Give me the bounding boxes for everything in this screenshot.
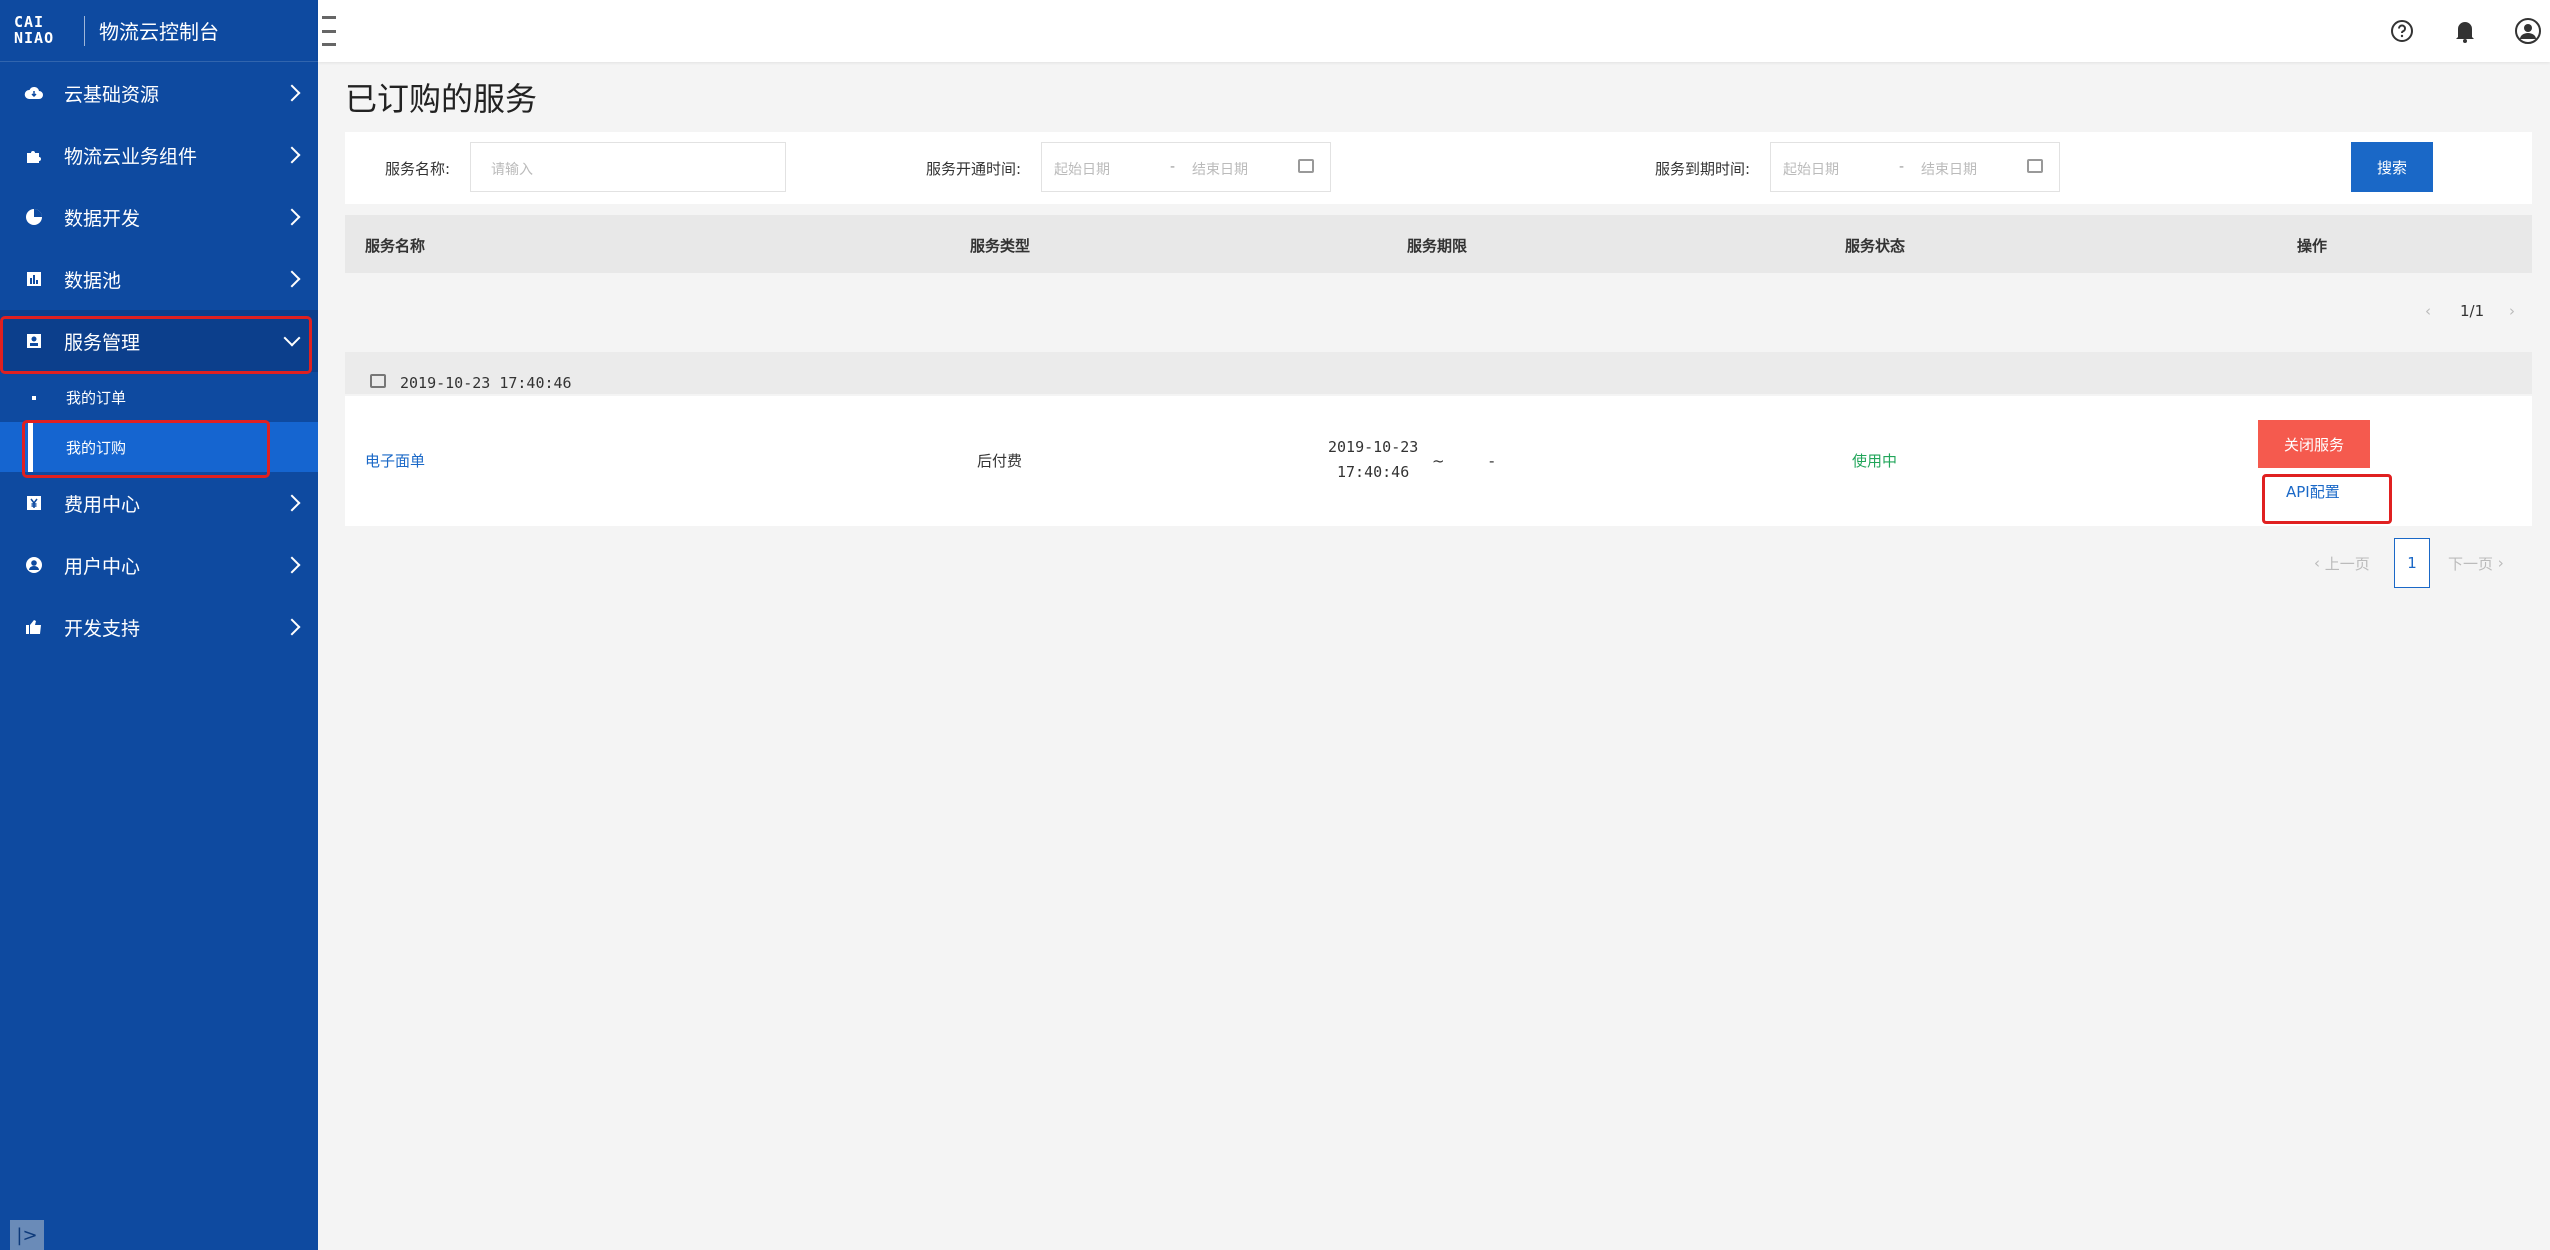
sidebar-item-label: 费用中心: [64, 493, 141, 516]
sidebar-item-dev-support[interactable]: 开发支持: [0, 596, 318, 658]
sidebar-item-user-center[interactable]: 用户中心: [0, 534, 318, 596]
sidebar-subitem-my-orders[interactable]: 我的订单: [0, 372, 318, 422]
column-header-type: 服务类型: [970, 237, 1031, 255]
yen-icon: [24, 493, 44, 513]
sidebar-item-label: 用户中心: [64, 555, 141, 578]
column-header-actions: 操作: [2297, 237, 2328, 255]
service-name-label: 服务名称:: [385, 160, 451, 178]
puzzle-icon: [24, 145, 44, 165]
page-number-button[interactable]: 1: [2394, 538, 2430, 588]
cloud-icon: [24, 83, 44, 103]
input-placeholder: 请输入: [491, 162, 533, 178]
calendar-icon: [370, 374, 386, 388]
mini-next-arrow-icon[interactable]: ›: [2509, 302, 2515, 320]
range-separator: -: [1170, 159, 1176, 175]
expire-time-label: 服务到期时间:: [1655, 160, 1751, 178]
prev-page-button[interactable]: ‹ 上一页: [2314, 538, 2370, 588]
chevron-right-icon: [283, 494, 301, 512]
term-start-time: 17:40:46: [1337, 463, 1410, 481]
sidebar-item-label: 数据开发: [64, 207, 141, 230]
sidebar-item-data-pool[interactable]: 数据池: [0, 248, 318, 310]
bar-chart-icon: [24, 269, 44, 289]
sidebar-subitem-label: 我的订单: [66, 388, 127, 407]
status-badge: 使用中: [1852, 452, 1898, 470]
column-header-status: 服务状态: [1845, 237, 1906, 255]
sidebar-item-label: 物流云业务组件: [64, 145, 198, 168]
close-service-button[interactable]: 关闭服务: [2258, 420, 2370, 468]
open-time-range-picker[interactable]: 起始日期 - 结束日期: [1041, 142, 1331, 192]
end-date-placeholder: 结束日期: [1921, 162, 1977, 178]
sidebar-item-business-components[interactable]: 物流云业务组件: [0, 124, 318, 186]
sidebar-collapse-toggle[interactable]: |>: [10, 1220, 44, 1250]
mini-pager-count: 1/1: [2460, 302, 2485, 320]
term-start-date: 2019-10-23: [1328, 438, 1419, 456]
term-separator: ~: [1432, 452, 1445, 470]
sidebar-item-label: 开发支持: [64, 617, 141, 640]
expire-time-range-picker[interactable]: 起始日期 - 结束日期: [1770, 142, 2060, 192]
open-time-label: 服务开通时间:: [926, 160, 1022, 178]
chevron-left-icon: ‹: [2314, 554, 2320, 572]
expand-icon: |>: [16, 1224, 38, 1246]
column-header-name: 服务名称: [365, 237, 426, 255]
chevron-right-icon: ›: [2497, 554, 2504, 572]
calendar-icon: [2027, 159, 2043, 173]
sidebar: CAI NIAO 物流云控制台 云基础资源 物流云业务组件 数据开发 数据池 服…: [0, 0, 318, 1250]
start-date-placeholder: 起始日期: [1054, 162, 1110, 178]
range-separator: -: [1899, 159, 1905, 175]
sidebar-item-cloud-resources[interactable]: 云基础资源: [0, 62, 318, 124]
service-type: 后付费: [977, 452, 1023, 470]
user-icon: [24, 555, 44, 575]
brand-bar: CAI NIAO 物流云控制台: [0, 0, 318, 62]
thumb-icon: [24, 617, 44, 637]
top-bar: [318, 0, 2550, 62]
next-page-label: 下一页: [2448, 554, 2494, 573]
bullet-icon: [32, 396, 36, 400]
console-title: 物流云控制台: [99, 20, 219, 44]
mini-prev-arrow-icon[interactable]: ‹: [2425, 302, 2431, 320]
order-date: 2019-10-23 17:40:46: [400, 374, 572, 392]
brand-divider: [84, 15, 85, 46]
sidebar-item-billing[interactable]: 费用中心: [0, 472, 318, 534]
pie-chart-icon: [24, 207, 44, 227]
end-date-placeholder: 结束日期: [1192, 162, 1248, 178]
highlight-api-config: [2262, 474, 2392, 524]
help-icon[interactable]: [2386, 15, 2418, 47]
page-title: 已订购的服务: [345, 80, 538, 118]
chevron-right-icon: [283, 556, 301, 574]
order-group-header: 2019-10-23 17:40:46: [345, 352, 2532, 394]
highlight-my-subscriptions: [22, 420, 270, 478]
chevron-right-icon: [283, 618, 301, 636]
table-row: 电子面单 后付费 2019-10-23 17:40:46 ~ - 使用中 关闭服…: [345, 396, 2532, 526]
chevron-right-icon: [283, 270, 301, 288]
service-name-input[interactable]: 请输入: [470, 142, 786, 192]
service-name-link[interactable]: 电子面单: [365, 450, 425, 471]
sidebar-item-label: 数据池: [64, 269, 122, 292]
column-header-term: 服务期限: [1407, 237, 1468, 255]
next-page-button[interactable]: 下一页 ›: [2448, 538, 2504, 588]
calendar-icon: [1298, 159, 1314, 173]
table-header: 服务名称 服务类型 服务期限 服务状态 操作: [345, 215, 2532, 273]
highlight-service-management: [0, 316, 312, 374]
pagination: ‹ 上一页 1 下一页 ›: [2310, 538, 2532, 588]
term-end: -: [1489, 452, 1495, 470]
chevron-right-icon: [283, 208, 301, 226]
prev-page-label: 上一页: [2324, 554, 2370, 573]
menu-toggle-icon[interactable]: [322, 16, 336, 46]
sidebar-item-data-development[interactable]: 数据开发: [0, 186, 318, 248]
chevron-right-icon: [283, 146, 301, 164]
sidebar-item-label: 云基础资源: [64, 83, 160, 106]
user-avatar-icon[interactable]: [2512, 15, 2544, 47]
search-button[interactable]: 搜索: [2351, 142, 2433, 192]
start-date-placeholder: 起始日期: [1783, 162, 1839, 178]
cainiao-logo[interactable]: CAI NIAO: [14, 14, 60, 48]
bell-icon[interactable]: [2449, 15, 2481, 47]
chevron-right-icon: [283, 84, 301, 102]
filter-bar: 服务名称: 请输入 服务开通时间: 起始日期 - 结束日期 服务到期时间: 起始…: [345, 132, 2532, 204]
